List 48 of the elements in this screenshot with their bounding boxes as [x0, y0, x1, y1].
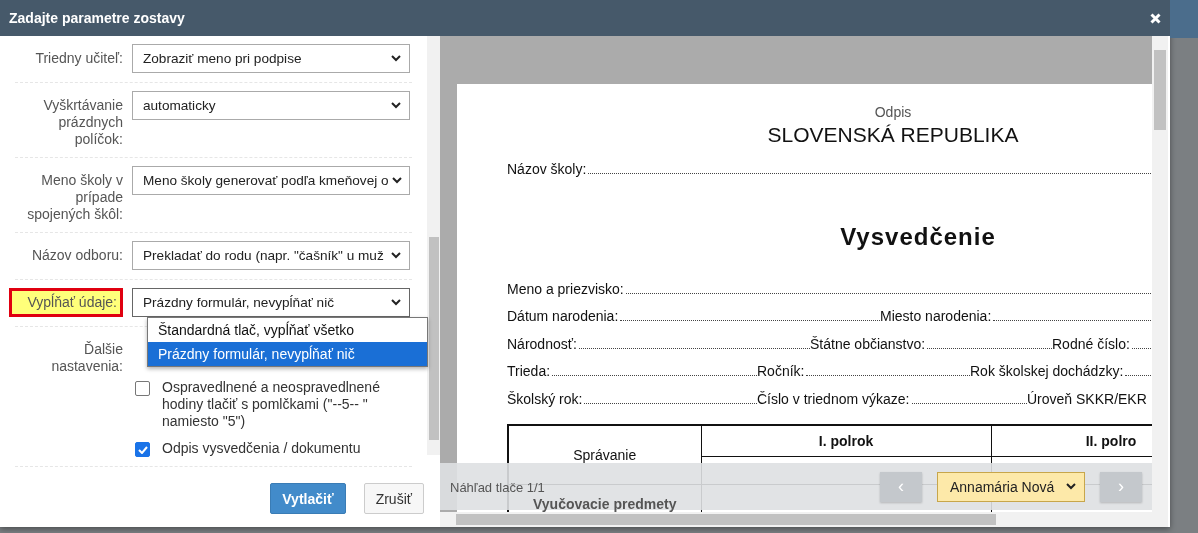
- field-label: Dátum narodenia:: [507, 308, 619, 324]
- field-label: Názov odboru:: [30, 246, 123, 264]
- document-note: Odpis: [873, 104, 913, 120]
- caret-icon: [388, 252, 401, 259]
- caret-icon: [388, 299, 401, 306]
- vertical-scrollbar[interactable]: [1152, 36, 1168, 512]
- close-icon[interactable]: [1150, 12, 1161, 24]
- dialog-title: Zadajte parametre zostavy: [9, 10, 186, 26]
- checkbox[interactable]: [135, 381, 150, 396]
- dropdown-option[interactable]: Štandardná tlač, vypĺňať všetko: [148, 318, 427, 342]
- field-label: Národnosť:: [507, 335, 577, 352]
- document-heading: SLOVENSKÁ REPUBLIKA: [766, 123, 1020, 147]
- table-header: I. polrok: [701, 425, 991, 457]
- checkbox-label: Ospravedlnené a neospravedlnené hodiny tlačiť s pomlčkami ("--5-- " namiesto "5"): [162, 379, 381, 430]
- caret-icon: [388, 102, 401, 109]
- cancel-button[interactable]: Zrušiť: [363, 483, 424, 514]
- highlighted-field-label: Vypĺňať údaje:: [9, 288, 123, 317]
- dropdown-select[interactable]: automaticky: [132, 91, 410, 120]
- field-label: Miesto narodenia:: [880, 308, 992, 324]
- field-label: Školský rok:: [507, 390, 583, 407]
- dropdown-option[interactable]: Prázdny formulár, nevypĺňať nič: [148, 342, 427, 366]
- field-label: Štátne občianstvo:: [810, 335, 926, 352]
- dropdown-select[interactable]: Prekladať do rodu (napr. "čašník" u muž: [132, 241, 410, 270]
- print-button[interactable]: Vytlačiť: [270, 483, 346, 514]
- field-label: Vyškrtávanie prázdnych políčok:: [42, 96, 123, 148]
- checkbox[interactable]: [135, 442, 150, 457]
- vertical-scrollbar[interactable]: [427, 36, 440, 455]
- dropdown-select[interactable]: Meno školy generovať podľa kmeňovej o: [132, 166, 410, 195]
- field-label: Ďalšie nastavenia:: [50, 340, 123, 375]
- field-label: Meno a priezvisko:: [507, 280, 624, 297]
- field-label: Názov školy:: [507, 161, 587, 177]
- caret-icon: [1066, 483, 1076, 490]
- caret-icon: [388, 55, 401, 62]
- toolbar-background: [1170, 0, 1198, 38]
- field-label: Meno školy v prípade spojených škôl:: [26, 171, 123, 223]
- checkbox-label: Odpis vysvedčenia / dokumentu: [162, 440, 361, 457]
- field-label: Ročník:: [757, 363, 805, 379]
- field-label: Trieda:: [507, 363, 551, 379]
- field-label: Triedny učiteľ:: [34, 49, 123, 67]
- horizontal-scrollbar[interactable]: [440, 512, 1168, 527]
- field-label: Rodné číslo:: [1052, 335, 1130, 352]
- dropdown-select[interactable]: Zobraziť meno pri podpise: [132, 44, 410, 73]
- document-title: Vysvedčenie: [839, 222, 997, 251]
- field-label: Rok školskej dochádzky:: [970, 363, 1124, 379]
- field-label: Úroveň SKKR/EKR: [1027, 390, 1147, 407]
- field-label: Číslo v triednom výkaze:: [757, 390, 910, 407]
- student-select[interactable]: Annamária Nová: [937, 471, 1085, 502]
- dropdown-select[interactable]: Prázdny formulár, nevypĺňať nič: [132, 288, 410, 317]
